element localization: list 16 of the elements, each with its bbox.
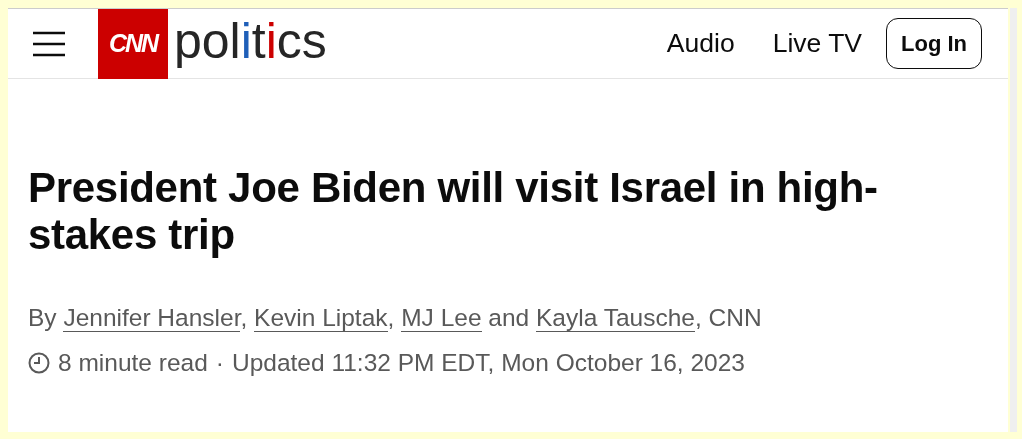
nav-link[interactable]: Live TV (772, 23, 862, 64)
cnn-logo[interactable]: CNN (98, 8, 168, 79)
separator: · (215, 347, 224, 378)
login-button[interactable]: Log In (886, 18, 982, 69)
updated-time: Updated 11:32 PM EDT, Mon October 16, 2023 (232, 347, 745, 378)
headline: President Joe Biden will visit Israel in high-stakes trip (28, 164, 879, 258)
author-link[interactable]: Jennifer Hansler (63, 304, 241, 332)
nav-link[interactable]: Audio (666, 23, 735, 64)
read-time: 8 minute read (58, 347, 208, 378)
section-wordmark[interactable]: politics (174, 15, 327, 72)
byline: By Jennifer Hansler, Kevin Liptak, MJ Lee and Kayla Tausche, CNN (28, 303, 763, 334)
author-link[interactable]: Kevin Liptak (254, 304, 388, 332)
clock-icon (28, 352, 50, 375)
author-link[interactable]: MJ Lee (401, 304, 482, 332)
menu-icon[interactable] (32, 30, 66, 57)
author-link[interactable]: Kayla Tausche (536, 304, 695, 332)
